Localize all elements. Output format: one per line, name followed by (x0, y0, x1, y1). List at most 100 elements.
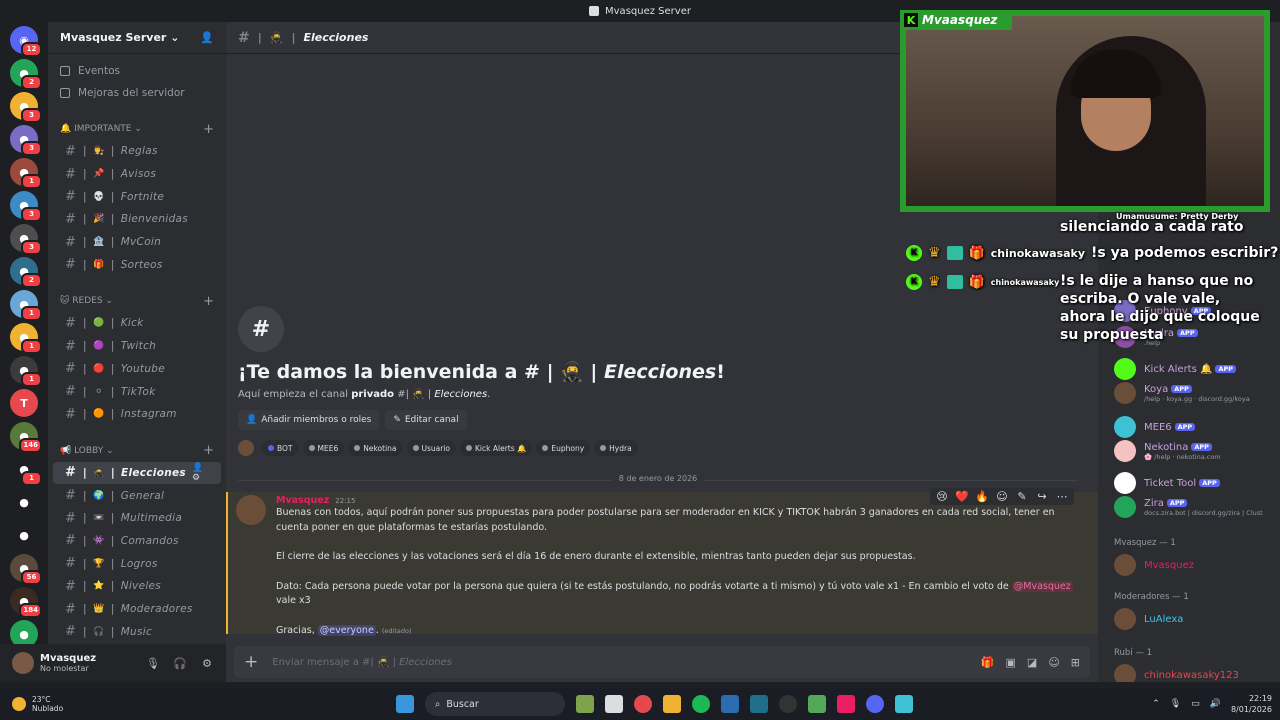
file-explorer-icon[interactable] (663, 695, 681, 713)
channel-item[interactable]: # | 📌 | Avisos (53, 163, 221, 186)
add-member-icon[interactable]: 👤 (200, 31, 214, 44)
server-icon[interactable]: ● 3 (10, 224, 42, 255)
gift-icon[interactable]: 🎁 (981, 656, 995, 669)
message-input[interactable]: Enviar mensaje a #| 🥷 | Elecciones (272, 657, 967, 668)
spotify-icon[interactable] (692, 695, 710, 713)
network-icon[interactable]: ▭ (1191, 699, 1200, 709)
notepad-icon[interactable] (895, 695, 913, 713)
role-tag[interactable]: Kick Alerts 🔔 (460, 440, 533, 456)
add-channel-icon[interactable]: + (203, 443, 214, 458)
member-item[interactable]: MEE6 APP (1114, 416, 1196, 438)
volume-icon[interactable]: 🔊 (1210, 699, 1221, 709)
server-header[interactable]: Mvasquez Server ⌄ 👤 (48, 22, 226, 54)
channel-item[interactable]: # | 👾 | Comandos (53, 530, 221, 553)
gear-icon[interactable]: ⚙ (198, 654, 216, 672)
edit-icon[interactable]: ✎ (1014, 490, 1030, 503)
channel-item[interactable]: # | 🎧 | Music (53, 620, 221, 643)
channel-category[interactable]: 📢 LOBBY ⌄ + (48, 440, 226, 462)
server-icon[interactable]: ◉ 12 (10, 26, 42, 57)
role-tag[interactable]: MEE6 (302, 440, 345, 456)
member-item[interactable]: Ticket Tool APP (1114, 472, 1220, 494)
emoji-icon[interactable]: ☺ (1048, 656, 1059, 669)
server-icon[interactable]: ● 3 (10, 125, 42, 156)
member-item[interactable]: LuAlexa (1114, 608, 1183, 630)
sticker-icon[interactable]: ◪ (1027, 656, 1037, 669)
plus-icon[interactable]: + (244, 652, 258, 672)
server-icon[interactable]: ● 1 (10, 158, 42, 189)
fire-reaction-icon[interactable]: 🔥 (974, 490, 990, 503)
server-icon[interactable]: ● 1 (10, 290, 42, 321)
server-icon[interactable]: ● 2 (10, 257, 42, 288)
server-icon[interactable]: ● 146 (10, 422, 42, 453)
app-icon[interactable] (750, 695, 768, 713)
heart-reaction-icon[interactable]: ❤️ (954, 490, 970, 503)
channel-item[interactable]: # | 🎁 | Sorteos (53, 253, 221, 276)
member-item[interactable]: Kick Alerts 🔔 APP (1114, 358, 1237, 380)
message-author[interactable]: Mvasquez (276, 495, 329, 506)
server-icon[interactable]: ● (10, 488, 38, 516)
task-view-icon[interactable] (605, 695, 623, 713)
shortcut-boosts[interactable]: Mejoras del servidor (48, 82, 226, 104)
microphone-icon[interactable]: 🎙 (144, 654, 162, 672)
server-icon[interactable]: ● 2 (10, 59, 42, 90)
role-tag[interactable]: BOT (262, 440, 299, 456)
weather-widget[interactable]: 23°C Nublado (0, 695, 200, 713)
server-icon[interactable]: ● 3 (10, 191, 42, 222)
shortcut-events[interactable]: Eventos (48, 60, 226, 82)
channel-item[interactable]: # | 🏦 | MvCoin (53, 231, 221, 254)
store-icon[interactable] (721, 695, 739, 713)
channel-item[interactable]: # | 🏆 | Logros (53, 552, 221, 575)
taskbar-search[interactable]: ⌕ Buscar (425, 692, 565, 716)
avatar[interactable] (236, 495, 266, 525)
tiktok-icon[interactable] (837, 695, 855, 713)
avatar[interactable] (12, 652, 34, 674)
more-icon[interactable]: ⋯ (1054, 490, 1070, 503)
add-members-button[interactable]: 👤 Añadir miembros o roles (238, 410, 380, 430)
channel-item[interactable]: # | ⭐ | Niveles (53, 575, 221, 598)
add-channel-icon[interactable]: + (203, 294, 214, 309)
add-reaction-icon[interactable]: ☺ (994, 490, 1010, 503)
clock[interactable]: 22:19 8/01/2026 (1231, 693, 1272, 715)
microphone-icon[interactable]: 🎙 (1170, 699, 1181, 709)
headphones-icon[interactable]: 🎧 (171, 654, 189, 672)
widget-icon[interactable] (576, 695, 594, 713)
app-icon[interactable] (808, 695, 826, 713)
role-tag[interactable]: Usuario (406, 440, 457, 456)
server-icon[interactable]: ● 56 (10, 554, 42, 585)
channel-item[interactable]: # | 🟠 | Instagram (53, 403, 221, 426)
opera-icon[interactable] (634, 695, 652, 713)
windows-start-icon[interactable] (396, 695, 414, 713)
obs-icon[interactable] (779, 695, 797, 713)
chevron-up-icon[interactable]: ⌃ (1152, 699, 1160, 709)
channel-category[interactable]: 🔔 IMPORTANTE ⌄ + (48, 118, 226, 140)
add-channel-icon[interactable]: + (203, 122, 214, 137)
channel-item[interactable]: # | 🎉 | Bienvenidas (53, 208, 221, 231)
server-icon[interactable]: ● 184 (10, 587, 42, 618)
member-item[interactable]: chinokawasaky123 (1114, 664, 1239, 682)
server-icon[interactable]: T (10, 389, 38, 417)
channel-item[interactable]: # | 🥷 | Elecciones 👤 ⚙ (53, 461, 221, 485)
apps-icon[interactable]: ⊞ (1071, 656, 1080, 669)
role-tag[interactable]: Nekotina (348, 440, 403, 456)
cry-reaction-icon[interactable]: 😢 (934, 490, 950, 503)
add-member-icon[interactable]: 👤 (192, 463, 204, 473)
everyone-mention[interactable]: @everyone (317, 624, 376, 636)
channel-category[interactable]: 🐱 REDES ⌄ + (48, 290, 226, 312)
server-icon[interactable]: ● 1 (10, 455, 42, 486)
role-tag[interactable]: Euphony (536, 440, 591, 456)
member-item[interactable]: Zira APP docs.zira.bot | discord.gg/zira |… (1114, 496, 1263, 518)
channel-item[interactable]: # | 🔴 | Youtube (53, 358, 221, 381)
member-item[interactable]: Nekotina APP 🌸 /help · nekotina.com (1114, 440, 1221, 462)
channel-item[interactable]: # | 💀 | Fortnite (53, 185, 221, 208)
message[interactable]: Mvasquez 22:15 😢 ❤️ 🔥 ☺ ✎ ↪ ⋯ Buenas con… (226, 488, 1098, 636)
member-item[interactable]: Mvasquez (1114, 554, 1194, 576)
channel-item[interactable]: # | 📼 | Multimedia (53, 507, 221, 530)
discord-icon[interactable] (866, 695, 884, 713)
forward-icon[interactable]: ↪ (1034, 490, 1050, 503)
channel-item[interactable]: # | 🟢 | Kick (53, 312, 221, 335)
channel-item[interactable]: # | ⚪ | TikTok (53, 380, 221, 403)
channel-item[interactable]: # | 👑 | Moderadores (53, 598, 221, 621)
channel-item[interactable]: # | 👨‍⚖️ | Reglas (53, 140, 221, 163)
user-mention[interactable]: @Mvasquez (1011, 580, 1073, 592)
channel-item[interactable]: # | 🌍 | General (53, 484, 221, 507)
